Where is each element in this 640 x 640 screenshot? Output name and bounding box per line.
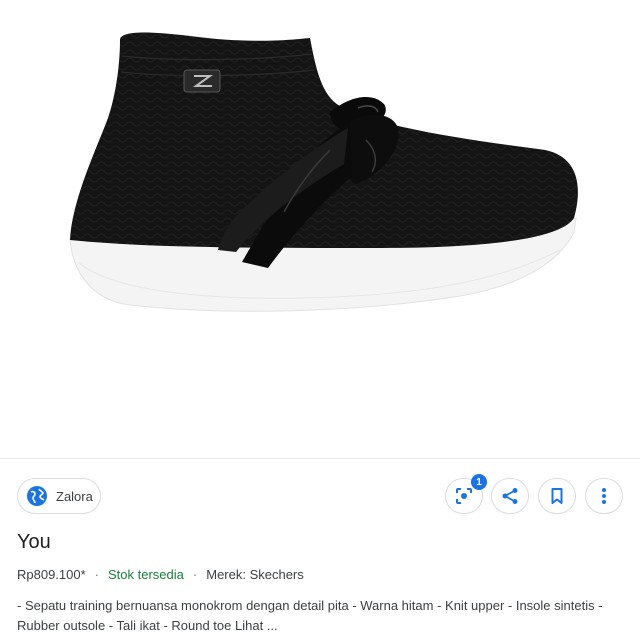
shoe-image [69, 32, 578, 312]
product-meta: Rp809.100* · Stok tersedia · Merek: Skec… [17, 566, 304, 584]
separator: · [94, 567, 100, 582]
lens-badge: 1 [471, 474, 487, 490]
price: Rp809.100* [17, 567, 86, 582]
brand: Merek: Skechers [206, 567, 304, 582]
separator: · [192, 567, 198, 582]
source-name: Zalora [56, 488, 93, 504]
source-chip-zalora[interactable]: Zalora [17, 478, 101, 514]
product-title[interactable]: You [17, 529, 51, 555]
share-icon [502, 488, 518, 504]
stock-status: Stok tersedia [108, 567, 184, 582]
more-options-button[interactable] [585, 478, 623, 514]
lens-icon [456, 488, 472, 504]
share-button[interactable] [491, 478, 529, 514]
divider [0, 458, 640, 459]
product-description: - Sepatu training bernuansa monokrom den… [17, 598, 603, 633]
product-image[interactable] [0, 0, 640, 458]
save-button[interactable] [538, 478, 576, 514]
more-vert-icon [602, 488, 606, 504]
globe-icon [27, 486, 47, 506]
bookmark-icon [551, 488, 563, 504]
